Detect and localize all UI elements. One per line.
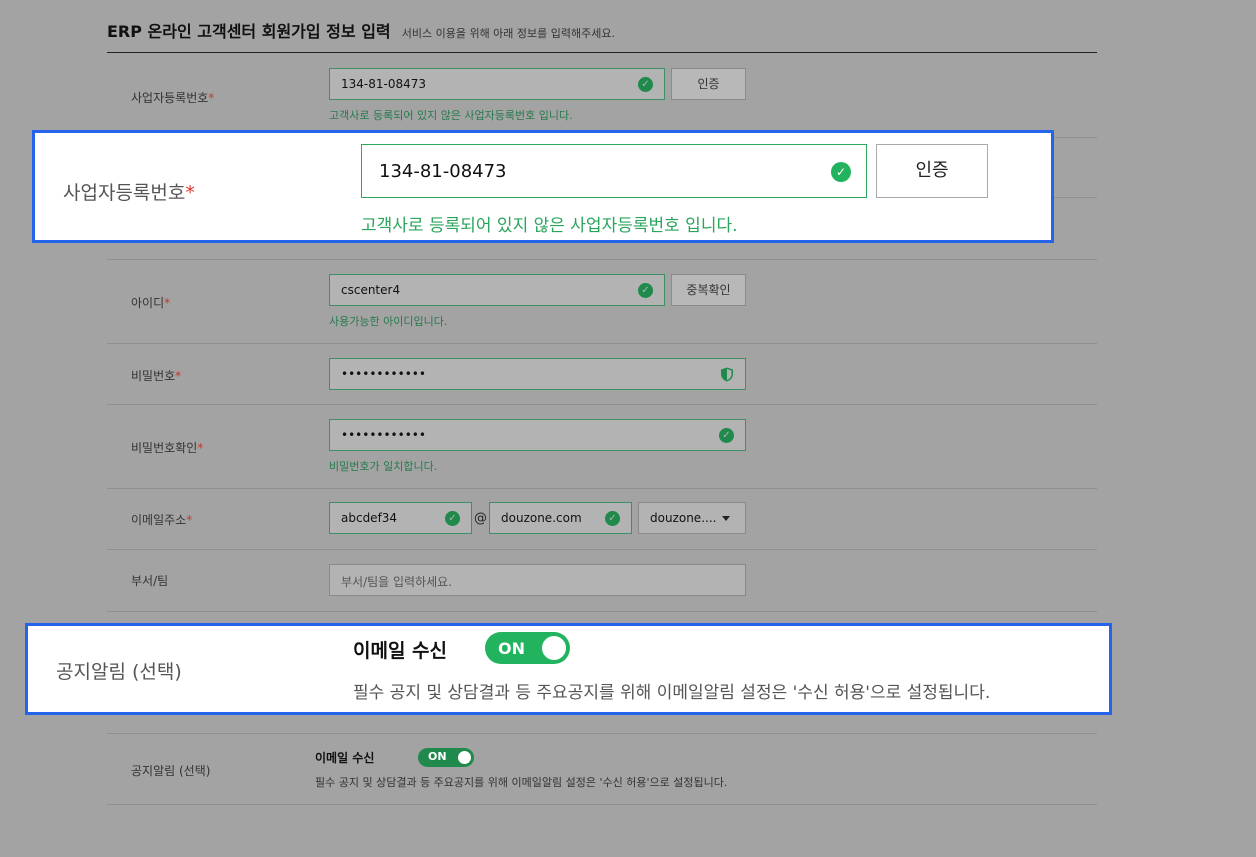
zoom-verify-button[interactable]: 인증 bbox=[876, 144, 988, 198]
password-confirm-input[interactable]: •••••••••••• ✓ bbox=[329, 419, 746, 451]
zoom-business-number-label: 사업자등록번호* bbox=[63, 182, 195, 204]
password-row: 비밀번호* •••••••••••• bbox=[107, 344, 1097, 405]
notice-description: 필수 공지 및 상담결과 등 주요공지를 위해 이메일알림 설정은 '수신 허용… bbox=[315, 776, 728, 789]
zoom-email-receive-label: 이메일 수신 bbox=[353, 640, 448, 662]
page-title: ERP 온라인 고객센터 회원가입 정보 입력 bbox=[107, 22, 391, 41]
password-confirm-row: 비밀번호확인* •••••••••••• ✓ 비밀번호가 일치합니다. bbox=[107, 405, 1097, 489]
zoom-notice-description: 필수 공지 및 상담결과 등 주요공지를 위해 이메일알림 설정은 '수신 허용… bbox=[353, 683, 991, 703]
zoom-email-receive-toggle[interactable]: ON bbox=[485, 632, 570, 664]
user-id-label: 아이디* bbox=[131, 296, 171, 310]
business-number-message: 고객사로 등록되어 있지 않은 사업자등록번호 입니다. bbox=[329, 109, 573, 122]
notice-label: 공지알림 (선택) bbox=[131, 764, 211, 778]
business-number-row: 사업자등록번호* 134-81-08473 ✓ 인증 고객사로 등록되어 있지 … bbox=[107, 54, 1097, 138]
password-confirm-message: 비밀번호가 일치합니다. bbox=[329, 460, 438, 473]
department-row: 부서/팀 부서/팀을 입력하세요. bbox=[107, 550, 1097, 612]
at-sign: @ bbox=[474, 511, 487, 526]
email-receive-label: 이메일 수신 bbox=[315, 751, 375, 765]
check-circle-icon: ✓ bbox=[831, 162, 851, 182]
email-receive-toggle[interactable]: ON bbox=[418, 748, 474, 767]
department-label: 부서/팀 bbox=[131, 574, 169, 588]
department-input[interactable]: 부서/팀을 입력하세요. bbox=[329, 564, 746, 596]
notice-row: 공지알림 (선택) 이메일 수신 ON 필수 공지 및 상담결과 등 주요공지를… bbox=[107, 734, 1097, 805]
zoom-callout-notice: 공지알림 (선택) 이메일 수신 ON 필수 공지 및 상담결과 등 주요공지를… bbox=[25, 623, 1112, 715]
signup-page: ERP 온라인 고객센터 회원가입 정보 입력 서비스 이용을 위해 아래 정보… bbox=[0, 0, 1256, 857]
check-circle-icon: ✓ bbox=[638, 77, 653, 92]
caret-down-icon bbox=[722, 516, 731, 521]
password-label: 비밀번호* bbox=[131, 369, 182, 383]
check-circle-icon: ✓ bbox=[719, 428, 734, 443]
check-circle-icon: ✓ bbox=[605, 511, 620, 526]
user-id-message: 사용가능한 아이디입니다. bbox=[329, 315, 448, 328]
email-domain-select[interactable]: douzone.... bbox=[638, 502, 746, 534]
email-local-input[interactable]: abcdef34 ✓ bbox=[329, 502, 472, 534]
verify-button[interactable]: 인증 bbox=[671, 68, 746, 100]
user-id-row: 아이디* cscenter4 ✓ 중복확인 사용가능한 아이디입니다. bbox=[107, 260, 1097, 344]
zoom-callout-business-number: 사업자등록번호* 134-81-08473 ✓ 인증 고객사로 등록되어 있지 … bbox=[32, 130, 1054, 243]
toggle-knob bbox=[458, 751, 471, 764]
email-label: 이메일주소* bbox=[131, 513, 193, 527]
zoom-business-number-input[interactable]: 134-81-08473 ✓ bbox=[361, 144, 867, 198]
password-confirm-label: 비밀번호확인* bbox=[131, 441, 204, 455]
email-row: 이메일주소* abcdef34 ✓ @ douzone.com ✓ douzon… bbox=[107, 489, 1097, 550]
check-circle-icon: ✓ bbox=[638, 283, 653, 298]
shield-icon bbox=[721, 367, 733, 382]
check-circle-icon: ✓ bbox=[445, 511, 460, 526]
user-id-input[interactable]: cscenter4 ✓ bbox=[329, 274, 665, 306]
zoom-business-number-message: 고객사로 등록되어 있지 않은 사업자등록번호 입니다. bbox=[361, 216, 738, 236]
page-header: ERP 온라인 고객센터 회원가입 정보 입력 서비스 이용을 위해 아래 정보… bbox=[107, 18, 1097, 53]
business-number-label: 사업자등록번호* bbox=[131, 91, 215, 105]
business-number-input[interactable]: 134-81-08473 ✓ bbox=[329, 68, 665, 100]
page-subtitle: 서비스 이용을 위해 아래 정보를 입력해주세요. bbox=[401, 27, 615, 40]
zoom-notice-label: 공지알림 (선택) bbox=[56, 661, 182, 683]
email-domain-input[interactable]: douzone.com ✓ bbox=[489, 502, 632, 534]
password-input[interactable]: •••••••••••• bbox=[329, 358, 746, 390]
duplicate-check-button[interactable]: 중복확인 bbox=[671, 274, 746, 306]
zoom-toggle-knob bbox=[542, 636, 566, 660]
